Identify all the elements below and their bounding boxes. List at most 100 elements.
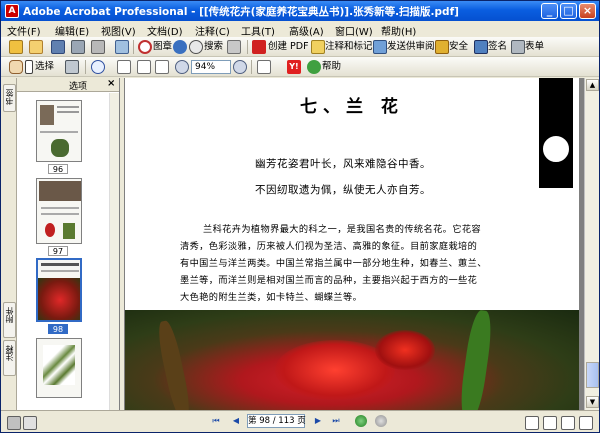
previous-page-button[interactable]: ◀	[229, 415, 243, 428]
stamp-label[interactable]: 图章	[153, 40, 172, 54]
options-menu[interactable]: 选项	[69, 79, 87, 92]
go-back-icon[interactable]	[355, 415, 367, 427]
view-toolbar: 选择 94% Y! 帮助	[1, 57, 599, 77]
zoom-level-input[interactable]: 94%	[191, 60, 231, 74]
page-number-label-selected: 98	[48, 324, 68, 334]
single-page-icon[interactable]	[525, 416, 539, 430]
help-icon[interactable]	[307, 60, 321, 74]
facing-icon[interactable]	[561, 416, 575, 430]
leaf-shape	[154, 319, 194, 410]
continuous-facing-icon[interactable]	[579, 416, 593, 430]
create-pdf-icon[interactable]	[252, 40, 266, 54]
first-page-button[interactable]: ⏮	[209, 415, 223, 428]
stamp-icon[interactable]	[138, 40, 152, 54]
tab-bookmarks[interactable]: 书签	[3, 84, 16, 112]
open-folder-icon[interactable]	[29, 40, 43, 54]
flower-petal	[375, 330, 435, 370]
send-review-icon[interactable]	[373, 40, 387, 54]
rotate-view-icon[interactable]	[257, 60, 271, 74]
close-button[interactable]: ×	[579, 3, 596, 19]
help-button[interactable]: 帮助	[322, 60, 341, 74]
document-icon[interactable]	[227, 40, 241, 54]
page-thumbnail-selected[interactable]	[36, 258, 82, 322]
page-thumbnail[interactable]	[36, 338, 82, 398]
continuous-icon[interactable]	[543, 416, 557, 430]
comment-markup-button[interactable]: 注释和标记	[325, 40, 373, 54]
sign-pen-icon[interactable]	[474, 40, 488, 54]
page-thumbnail[interactable]	[36, 178, 82, 244]
email-icon[interactable]	[91, 40, 105, 54]
tab-attachments[interactable]: 附件	[3, 302, 16, 338]
forms-button[interactable]: 表单	[525, 40, 544, 54]
leaf-shape	[457, 310, 495, 410]
security-button[interactable]: 安全	[449, 40, 468, 54]
minimize-button[interactable]: _	[541, 3, 558, 19]
scroll-thumb[interactable]	[586, 362, 599, 388]
body-text-line: 清秀，色彩淡雅，历来被人们视为圣洁、高雅的象征。目前家庭栽培的	[180, 241, 478, 252]
poem-line: 幽芳花姿君叶长，风来难隐谷中香。	[255, 158, 431, 170]
poem-line: 不因纫取遗为佩，纵使无人亦自芳。	[255, 184, 431, 196]
menu-help[interactable]: 帮助(H)	[381, 23, 416, 38]
menu-tools[interactable]: 工具(T)	[241, 23, 275, 38]
body-text-line: 大色艳的附生兰类，如卡特兰、蝴蝶兰等。	[180, 292, 363, 303]
menu-advanced[interactable]: 高级(A)	[289, 23, 324, 38]
snapshot-icon[interactable]	[65, 60, 79, 74]
menu-file[interactable]: 文件(F)	[7, 23, 41, 38]
go-forward-icon[interactable]	[375, 415, 387, 427]
maximize-button[interactable]: □	[560, 3, 577, 19]
hand-tool-icon[interactable]	[9, 60, 23, 74]
thumbnail-scrollbar[interactable]	[109, 93, 119, 410]
reading-mode-icon[interactable]	[23, 416, 37, 430]
attach-icon[interactable]	[115, 40, 129, 54]
comment-icon[interactable]	[311, 40, 325, 54]
document-scrollbar[interactable]: ▲ ▼	[584, 78, 599, 410]
document-view[interactable]: 七、兰 花 幽芳花姿君叶长，风来难隐谷中香。 不因纫取遗为佩，纵使无人亦自芳。 …	[125, 78, 584, 410]
zoom-out-icon[interactable]	[175, 60, 189, 74]
last-page-button[interactable]: ⏭	[329, 415, 343, 428]
select-tool-button[interactable]: 选择	[35, 60, 54, 74]
close-panel-button[interactable]: ×	[107, 78, 115, 89]
title-bar[interactable]: A Adobe Acrobat Professional - [[传统花卉(家庭…	[1, 1, 599, 21]
zoom-icon[interactable]	[91, 60, 105, 74]
page-number-field[interactable]: 第 98 / 113 页	[247, 414, 306, 428]
page-thumbnail[interactable]	[36, 100, 82, 162]
page-layout-icon[interactable]	[7, 416, 21, 430]
menu-window[interactable]: 窗口(W)	[335, 23, 373, 38]
zoom-in-icon[interactable]	[233, 60, 247, 74]
page-heading: 七、兰 花	[300, 97, 404, 117]
lock-icon[interactable]	[435, 40, 449, 54]
toolbar-separator	[85, 60, 86, 74]
forms-icon[interactable]	[511, 40, 525, 54]
create-pdf-button[interactable]: 创建 PDF	[268, 40, 309, 54]
menu-comments[interactable]: 注释(C)	[195, 23, 230, 38]
fit-width-icon[interactable]	[155, 60, 169, 74]
fit-page-icon[interactable]	[137, 60, 151, 74]
search-icon[interactable]	[189, 40, 203, 54]
pdf-page: 七、兰 花 幽芳花姿君叶长，风来难隐谷中香。 不因纫取遗为佩，纵使无人亦自芳。 …	[125, 78, 579, 410]
menu-document[interactable]: 文档(D)	[147, 23, 183, 38]
page-number-label: 96	[48, 164, 68, 174]
scroll-up-icon[interactable]: ▲	[586, 79, 599, 91]
next-page-button[interactable]: ▶	[311, 415, 325, 428]
menu-edit[interactable]: 编辑(E)	[55, 23, 89, 38]
orchid-photo	[125, 310, 579, 410]
send-review-button[interactable]: 发送供审阅	[387, 40, 435, 54]
tab-comments[interactable]: 注释	[3, 340, 16, 376]
page-number-label: 97	[48, 246, 68, 256]
menu-view[interactable]: 视图(V)	[101, 23, 136, 38]
sign-button[interactable]: 签名	[488, 40, 507, 54]
actual-size-icon[interactable]	[117, 60, 131, 74]
orchid-emblem-icon	[541, 134, 571, 164]
yahoo-icon[interactable]: Y!	[287, 60, 301, 74]
save-icon[interactable]	[51, 40, 65, 54]
select-cursor-icon[interactable]	[25, 60, 33, 74]
acrobat-window: A Adobe Acrobat Professional - [[传统花卉(家庭…	[0, 0, 600, 433]
pages-panel-header: 选项 ×	[17, 78, 119, 92]
search-label[interactable]: 搜索	[204, 40, 223, 54]
scroll-down-icon[interactable]: ▼	[586, 396, 599, 408]
print-icon[interactable]	[71, 40, 85, 54]
acrobat-app-icon: A	[5, 4, 19, 18]
new-document-icon[interactable]	[9, 40, 23, 54]
browser-icon[interactable]	[173, 40, 187, 54]
body-text-line: 墨兰等，而洋兰则是相对国兰而言的品种，主要指兴起于西方的一些花	[180, 275, 478, 286]
